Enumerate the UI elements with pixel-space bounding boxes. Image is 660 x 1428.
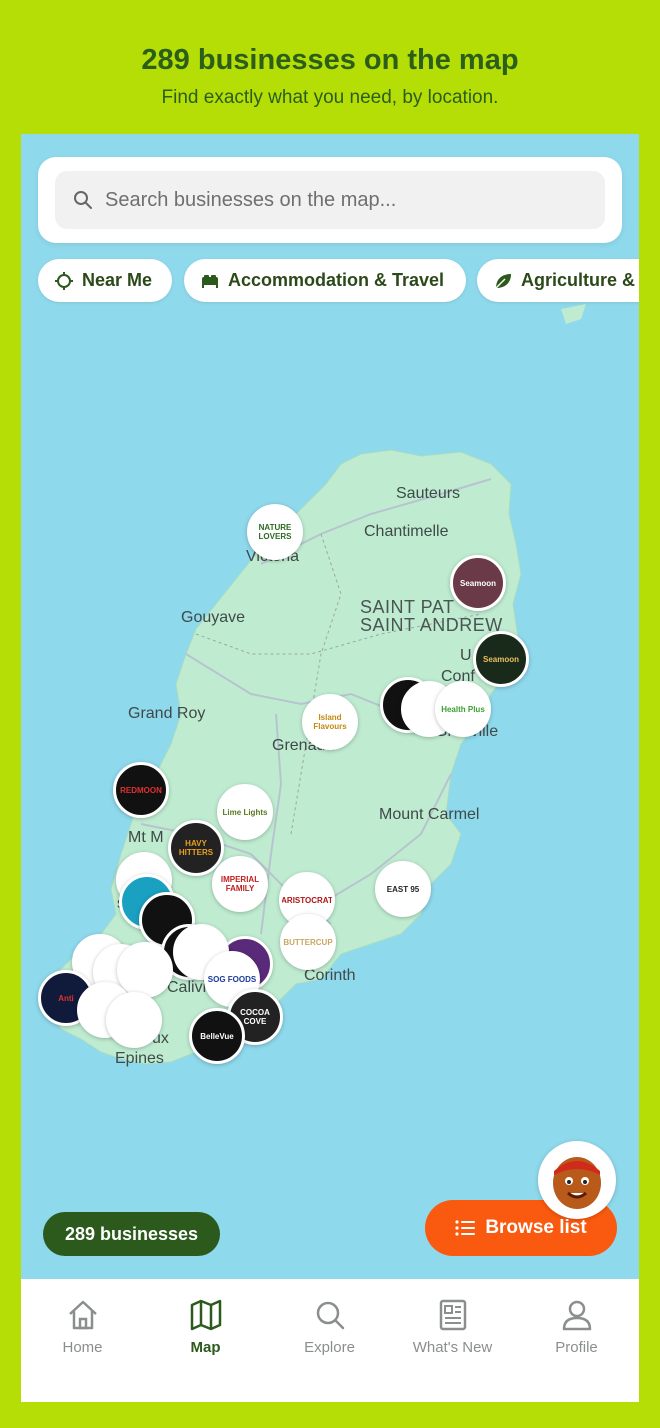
- business-pin[interactable]: Seamoon: [473, 631, 529, 687]
- tab-explore[interactable]: Explore: [268, 1297, 391, 1356]
- search-input[interactable]: [105, 171, 585, 229]
- place-label: Grand Roy: [128, 705, 206, 722]
- tab-whats-new[interactable]: What's New: [391, 1297, 514, 1356]
- tab-label: What's New: [412, 1339, 493, 1356]
- leaf-icon: [495, 273, 511, 289]
- tab-home[interactable]: Home: [21, 1297, 144, 1356]
- user-icon: [562, 1300, 591, 1331]
- chip-label: Near Me: [82, 270, 153, 290]
- crosshair-icon: [55, 271, 73, 290]
- tab-map[interactable]: Map: [144, 1297, 267, 1356]
- tab-profile[interactable]: Profile: [515, 1297, 638, 1356]
- map-icon: [190, 1299, 221, 1331]
- chip-label: Accommodation & Travel: [228, 270, 445, 290]
- page-title: 289 businesses on the map: [141, 44, 519, 76]
- bed-icon: [202, 274, 218, 288]
- business-pin[interactable]: BelleVue: [189, 1008, 245, 1064]
- business-pin[interactable]: [106, 992, 162, 1048]
- search-box[interactable]: [55, 171, 605, 229]
- tab-label: Explore: [304, 1339, 355, 1356]
- place-label: Gouyave: [181, 609, 246, 626]
- business-pin[interactable]: IMPERIAL FAMILY: [212, 856, 268, 912]
- business-pin[interactable]: Lime Lights: [217, 784, 273, 840]
- home-icon: [68, 1300, 97, 1330]
- chip-near-me[interactable]: Near Me: [38, 259, 172, 302]
- search-card: [38, 157, 622, 243]
- map-view[interactable]: Sauteurs Chantimelle Victoria Gouyave Gr…: [21, 134, 639, 1279]
- place-label: Mt M: [128, 829, 164, 846]
- place-label: Mount Carmel: [379, 806, 480, 823]
- place-label: U: [460, 647, 472, 664]
- chip-agriculture[interactable]: Agriculture &: [477, 259, 639, 302]
- islet: [561, 304, 586, 324]
- business-pin[interactable]: Seamoon: [450, 555, 506, 611]
- business-pin[interactable]: Island Flavours: [302, 694, 358, 750]
- search-icon: [74, 191, 92, 209]
- place-label: Chantimelle: [364, 523, 449, 540]
- business-pin[interactable]: HAVY HITTERS: [168, 820, 224, 876]
- business-pin[interactable]: BUTTERCUP: [280, 914, 336, 970]
- tab-label: Home: [62, 1339, 103, 1356]
- list-icon: [455, 1220, 476, 1236]
- page-subtitle: Find exactly what you need, by location.: [161, 87, 499, 108]
- tab-label: Map: [190, 1339, 221, 1356]
- business-pin[interactable]: NATURE LOVERS: [247, 504, 303, 560]
- place-label: Sauteurs: [396, 485, 461, 502]
- business-pin[interactable]: EAST 95: [375, 861, 431, 917]
- business-pin[interactable]: REDMOON: [113, 762, 169, 818]
- business-pin[interactable]: Health Plus: [435, 681, 491, 737]
- search-icon: [316, 1301, 344, 1330]
- business-pin[interactable]: [117, 942, 173, 998]
- mascot-icon: [553, 1157, 601, 1209]
- mascot-avatar[interactable]: [538, 1141, 616, 1219]
- bottom-tab-bar: Home Map Explore What's New Profile: [21, 1279, 639, 1402]
- page-header: 289 businesses on the map Find exactly w…: [0, 0, 660, 134]
- newspaper-icon: [439, 1299, 466, 1331]
- region-label: SAINT ANDREW: [360, 615, 503, 635]
- tab-label: Profile: [555, 1339, 598, 1356]
- business-count-pill: 289 businesses: [43, 1212, 220, 1256]
- place-label: Epines: [115, 1050, 164, 1067]
- chip-accommodation-travel[interactable]: Accommodation & Travel: [184, 259, 466, 302]
- chip-label: Agriculture &: [521, 270, 636, 290]
- browse-list-label: Browse list: [485, 1217, 587, 1238]
